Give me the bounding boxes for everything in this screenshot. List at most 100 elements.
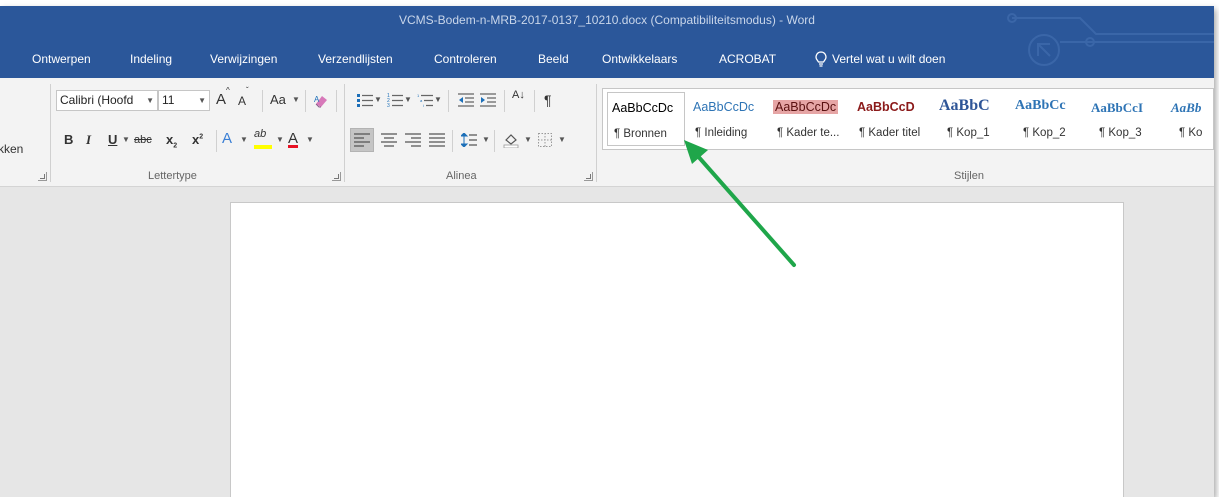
separator (452, 130, 453, 152)
shrink-font-button[interactable]: A (238, 94, 246, 108)
align-left-icon[interactable] (350, 128, 374, 152)
grow-font-caret-icon: ^ (226, 86, 230, 95)
title-bar-decoration (1007, 13, 1214, 66)
chevron-down-icon: ▼ (306, 135, 314, 144)
clear-formatting-icon[interactable]: A (310, 90, 332, 112)
style-sample: AaBbCcD (857, 100, 915, 114)
numbering-icon[interactable]: 123 (386, 90, 404, 110)
separator (216, 130, 217, 152)
style-name: ¶ Kop_2 (1023, 127, 1066, 139)
group-separator (596, 84, 597, 182)
align-center-icon[interactable] (378, 128, 400, 152)
style-sample: AaBb (1171, 100, 1202, 115)
tab-controleren[interactable]: Controleren (434, 52, 497, 66)
style-sample: AaBbCc (1015, 98, 1066, 113)
separator (448, 90, 449, 112)
decrease-indent-icon[interactable] (456, 90, 476, 110)
chevron-down-icon: ▼ (276, 135, 284, 144)
chevron-down-icon: ▼ (524, 135, 532, 144)
justify-icon[interactable] (426, 128, 448, 152)
style-name: ¶ Bronnen (614, 128, 667, 140)
font-family-value: Calibri (Hoofd (60, 93, 134, 107)
grow-font-button[interactable]: A (216, 91, 226, 108)
font-size-select[interactable]: 11 ▼ (158, 90, 210, 111)
italic-button[interactable]: I (86, 132, 91, 148)
strikethrough-button[interactable]: abc (134, 134, 152, 146)
style-name: ¶ Kop_1 (947, 127, 990, 139)
multilevel-list-icon[interactable]: 1ai (416, 90, 434, 110)
style-kop-3[interactable]: AaBbCcI ¶ Kop_3 (1087, 92, 1165, 146)
group-label-paragraph: Alinea (446, 170, 477, 182)
style-kop-2[interactable]: AaBbCc ¶ Kop_2 (1011, 92, 1085, 146)
chevron-down-icon: ▼ (434, 95, 442, 104)
tab-beeld[interactable]: Beeld (538, 52, 569, 66)
separator (262, 90, 263, 112)
bullets-icon[interactable] (356, 90, 374, 110)
style-sample: AaBbCcI (1091, 100, 1144, 115)
lightbulb-icon (815, 51, 827, 72)
chevron-down-icon: ▼ (292, 95, 300, 104)
highlight-color-swatch (254, 145, 272, 149)
cut-button[interactable]: kken (0, 142, 23, 156)
sort-button[interactable]: A↓ (512, 90, 525, 101)
word-window: VCMS-Bodem-n-MRB-2017-0137_10210.docx (C… (0, 6, 1214, 497)
font-family-select[interactable]: Calibri (Hoofd ▼ (56, 90, 158, 111)
svg-text:A: A (314, 95, 320, 104)
style-kop-1[interactable]: AaBbC ¶ Kop_1 (935, 92, 1009, 146)
group-label-font: Lettertype (148, 170, 197, 182)
style-sample: AaBbC (939, 97, 990, 114)
ribbon-home: kken Calibri (Hoofd ▼ 11 ▼ A ^ A ˇ Aa ▼ … (0, 78, 1214, 187)
group-label-styles: Stijlen (954, 170, 984, 182)
tab-acrobat[interactable]: ACROBAT (719, 52, 776, 66)
style-sample: AaBbCcDc (693, 100, 755, 114)
tab-ontwerpen[interactable]: Ontwerpen (32, 52, 91, 66)
highlight-button[interactable]: ab (254, 128, 272, 149)
shrink-font-caret-icon: ˇ (246, 86, 249, 95)
tab-verwijzingen[interactable]: Verwijzingen (210, 52, 277, 66)
separator (305, 90, 306, 112)
style-sample: AaBbCcDc (612, 101, 674, 115)
separator (336, 90, 337, 112)
tab-indeling[interactable]: Indeling (130, 52, 172, 66)
chevron-down-icon: ▼ (122, 135, 130, 144)
tell-me-search[interactable]: Vertel wat u wilt doen (832, 52, 945, 66)
separator (504, 90, 505, 112)
style-name: ¶ Kop_3 (1099, 127, 1142, 139)
separator (494, 130, 495, 152)
chevron-down-icon: ▼ (240, 135, 248, 144)
tab-ontwikkelaars[interactable]: Ontwikkelaars (602, 52, 677, 66)
bold-button[interactable]: B (64, 132, 73, 147)
chevron-down-icon: ▼ (404, 95, 412, 104)
align-right-icon[interactable] (402, 128, 424, 152)
chevron-down-icon: ▼ (558, 135, 566, 144)
shading-icon[interactable] (500, 128, 522, 152)
increase-indent-icon[interactable] (478, 90, 498, 110)
borders-icon[interactable] (534, 128, 556, 152)
font-color-button[interactable]: A (288, 130, 298, 147)
title-bar: VCMS-Bodem-n-MRB-2017-0137_10210.docx (C… (0, 6, 1214, 78)
pilcrow-button[interactable]: ¶ (544, 92, 552, 108)
subscript-button[interactable]: x2 (166, 132, 177, 150)
style-sample: AaBbCcDc (773, 100, 839, 114)
chevron-down-icon: ▼ (482, 135, 490, 144)
style-kader-titel[interactable]: AaBbCcD ¶ Kader titel (853, 92, 931, 146)
underline-button[interactable]: U (108, 132, 117, 147)
text-effects-button[interactable]: A (222, 130, 232, 147)
paragraph-dialog-launcher[interactable] (584, 172, 593, 181)
change-case-button[interactable]: Aa (270, 92, 286, 107)
clipboard-dialog-launcher[interactable] (38, 172, 47, 181)
superscript-button[interactable]: x2 (192, 132, 203, 147)
svg-text:i: i (423, 103, 424, 107)
font-size-value: 11 (162, 93, 175, 107)
separator (534, 90, 535, 112)
font-dialog-launcher[interactable] (332, 172, 341, 181)
style-name: ¶ Kader titel (859, 127, 921, 139)
group-separator (50, 84, 51, 182)
style-name: ¶ Ko (1179, 127, 1203, 139)
line-spacing-icon[interactable] (458, 128, 480, 152)
chevron-down-icon: ▼ (198, 96, 206, 105)
chevron-down-icon: ▼ (374, 95, 382, 104)
tab-verzendlijsten[interactable]: Verzendlijsten (318, 52, 393, 66)
annotation-arrow (684, 140, 796, 267)
style-kop-4[interactable]: AaBb ¶ Ko (1167, 92, 1213, 146)
